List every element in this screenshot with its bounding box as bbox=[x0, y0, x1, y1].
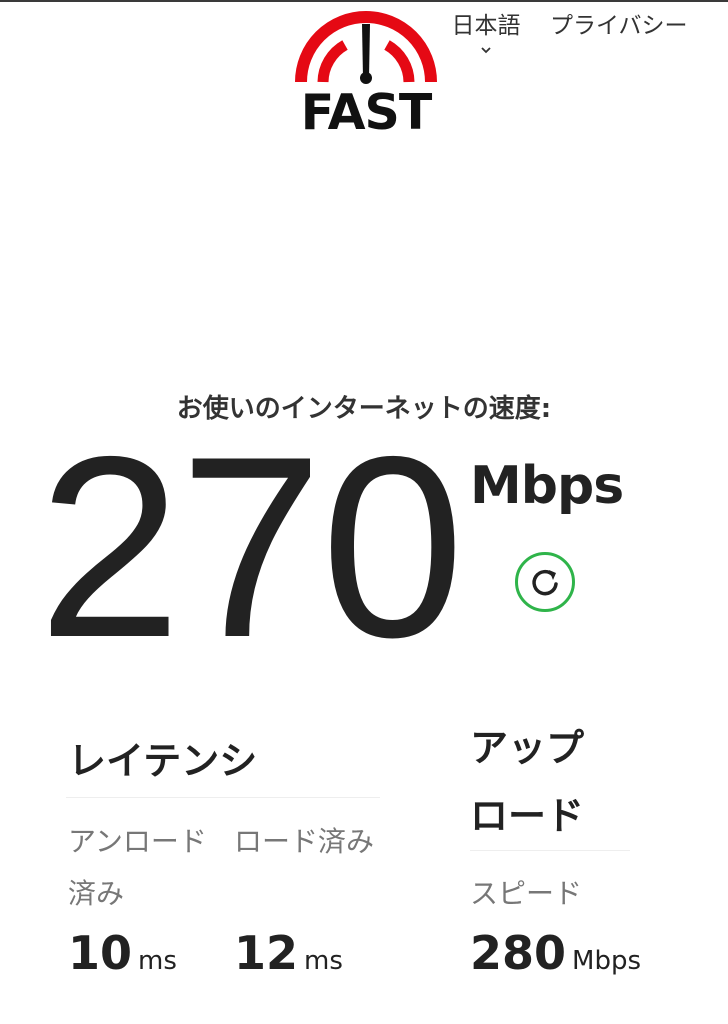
latency-title: レイテンシ bbox=[68, 739, 258, 783]
chevron-down-icon bbox=[481, 47, 491, 54]
upload-speed-unit: Mbps bbox=[572, 946, 642, 976]
speed-value: 270 bbox=[38, 402, 464, 691]
latency-divider bbox=[66, 797, 380, 798]
upload-speed-label: スピード bbox=[470, 877, 583, 910]
loaded-latency-unit: ms bbox=[304, 946, 343, 976]
refresh-button[interactable] bbox=[514, 551, 576, 613]
speed-unit: Mbps bbox=[470, 456, 624, 516]
language-selector[interactable]: 日本語 bbox=[446, 6, 526, 56]
upload-speed-number: 280 bbox=[470, 926, 567, 980]
privacy-link[interactable]: プライバシー bbox=[550, 6, 688, 40]
fast-speedtest-page: FAST 日本語 プライバシー お使いのインターネットの速度: 270 Mbps… bbox=[0, 0, 728, 1024]
top-border bbox=[0, 0, 728, 2]
upload-title: アップロード bbox=[470, 726, 585, 838]
upload-divider bbox=[470, 850, 630, 851]
unloaded-latency-unit: ms bbox=[138, 946, 177, 976]
speedometer-gauge-icon bbox=[295, 11, 437, 84]
language-label: 日本語 bbox=[451, 13, 521, 39]
refresh-icon bbox=[515, 552, 575, 612]
loaded-latency-label: ロード済み bbox=[234, 825, 375, 858]
fast-logo[interactable]: FAST bbox=[286, 4, 446, 144]
upload-speed-value: 280 Mbps bbox=[470, 926, 641, 980]
unloaded-latency-label: アンロード済み bbox=[68, 825, 207, 910]
loaded-latency-number: 12 bbox=[234, 926, 299, 980]
logo-wordmark: FAST bbox=[300, 84, 433, 141]
loaded-latency-value: 12 ms bbox=[234, 926, 343, 980]
unloaded-latency-value: 10 ms bbox=[68, 926, 177, 980]
unloaded-latency-number: 10 bbox=[68, 926, 133, 980]
